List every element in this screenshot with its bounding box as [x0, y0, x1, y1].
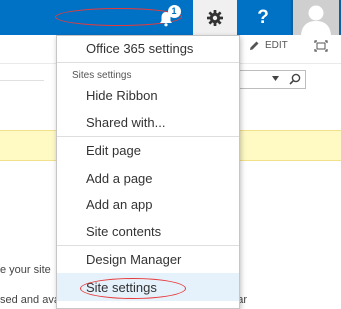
settings-menu: Office 365 settings Sites settings Hide …	[56, 35, 240, 309]
focus-on-content-icon[interactable]	[314, 40, 328, 52]
page-text-line: e your site	[0, 264, 51, 276]
red-annotation-oval	[80, 278, 186, 299]
edit-page-button[interactable]: EDIT	[249, 40, 288, 51]
menu-separator	[57, 62, 239, 63]
content-divider	[0, 80, 44, 81]
help-button[interactable]: ?	[237, 0, 289, 35]
help-icon: ?	[257, 6, 269, 28]
gear-icon	[207, 9, 223, 26]
user-avatar-button[interactable]	[291, 0, 341, 35]
notifications-button[interactable]: 1	[140, 0, 193, 35]
menu-item-site-contents[interactable]: Site contents	[57, 224, 239, 239]
menu-item-office365-settings[interactable]: Office 365 settings	[57, 41, 239, 56]
menu-item-add-a-page[interactable]: Add a page	[57, 171, 239, 186]
menu-item-shared-with[interactable]: Shared with...	[57, 115, 239, 130]
search-input[interactable]	[233, 70, 306, 89]
menu-item-add-an-app[interactable]: Add an app	[57, 197, 239, 212]
notification-count-badge: 1	[167, 4, 181, 18]
menu-separator	[57, 245, 239, 246]
menu-section-label: Sites settings	[72, 70, 132, 81]
chevron-down-icon[interactable]	[272, 76, 279, 81]
search-icon[interactable]	[289, 73, 301, 85]
menu-separator	[57, 136, 239, 137]
suite-bar: 1 ?	[0, 0, 341, 35]
pencil-icon	[250, 41, 259, 50]
menu-item-hide-ribbon[interactable]: Hide Ribbon	[57, 88, 239, 103]
menu-item-edit-page[interactable]: Edit page	[57, 143, 239, 158]
person-icon	[293, 0, 339, 35]
edit-label: EDIT	[265, 40, 288, 51]
menu-item-design-manager[interactable]: Design Manager	[57, 252, 239, 267]
settings-gear-button[interactable]	[193, 0, 237, 35]
